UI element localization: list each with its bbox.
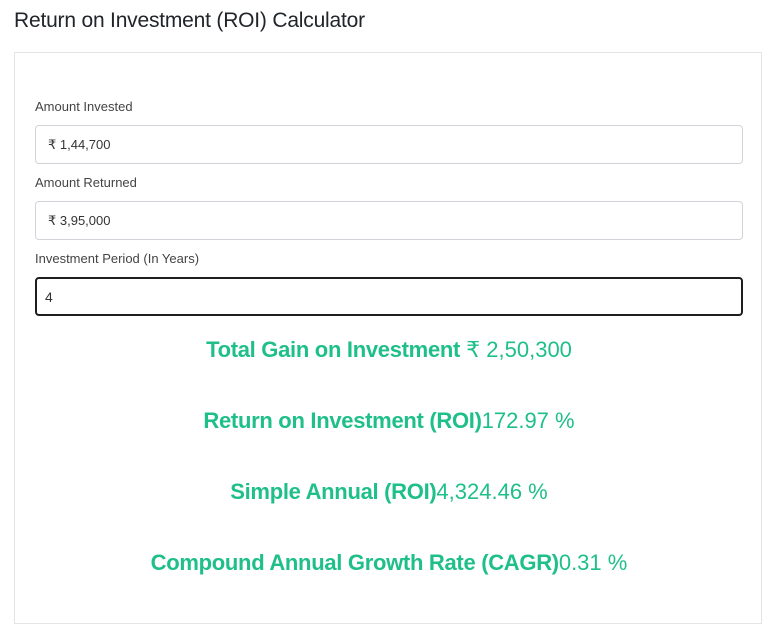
amount-invested-input[interactable] bbox=[35, 125, 743, 164]
total-gain-value: ₹ 2,50,300 bbox=[466, 337, 572, 362]
roi-value: 172.97 % bbox=[481, 408, 575, 433]
roi-label: Return on Investment (ROI) bbox=[203, 408, 482, 433]
amount-invested-label: Amount Invested bbox=[35, 99, 133, 114]
simple-annual-roi-value: 4,324.46 % bbox=[436, 479, 548, 504]
investment-period-input[interactable] bbox=[35, 277, 743, 316]
total-gain-label: Total Gain on Investment bbox=[206, 337, 461, 362]
roi-result: Return on Investment (ROI)172.97 % bbox=[15, 408, 763, 434]
cagr-label: Compound Annual Growth Rate (CAGR) bbox=[150, 550, 559, 575]
calculator-card: Amount Invested Amount Returned Investme… bbox=[14, 52, 762, 624]
simple-annual-roi-result: Simple Annual (ROI)4,324.46 % bbox=[15, 479, 763, 505]
cagr-value: 0.31 % bbox=[558, 550, 628, 575]
investment-period-label: Investment Period (In Years) bbox=[35, 251, 200, 266]
simple-annual-roi-label: Simple Annual (ROI) bbox=[230, 479, 437, 504]
total-gain-result: Total Gain on Investment ₹ 2,50,300 bbox=[15, 337, 763, 363]
amount-returned-label: Amount Returned bbox=[35, 175, 137, 190]
amount-returned-input[interactable] bbox=[35, 201, 743, 240]
roi-calculator-page: Return on Investment (ROI) Calculator Am… bbox=[0, 0, 776, 628]
cagr-result: Compound Annual Growth Rate (CAGR)0.31 % bbox=[15, 550, 763, 576]
page-title: Return on Investment (ROI) Calculator bbox=[14, 9, 365, 32]
